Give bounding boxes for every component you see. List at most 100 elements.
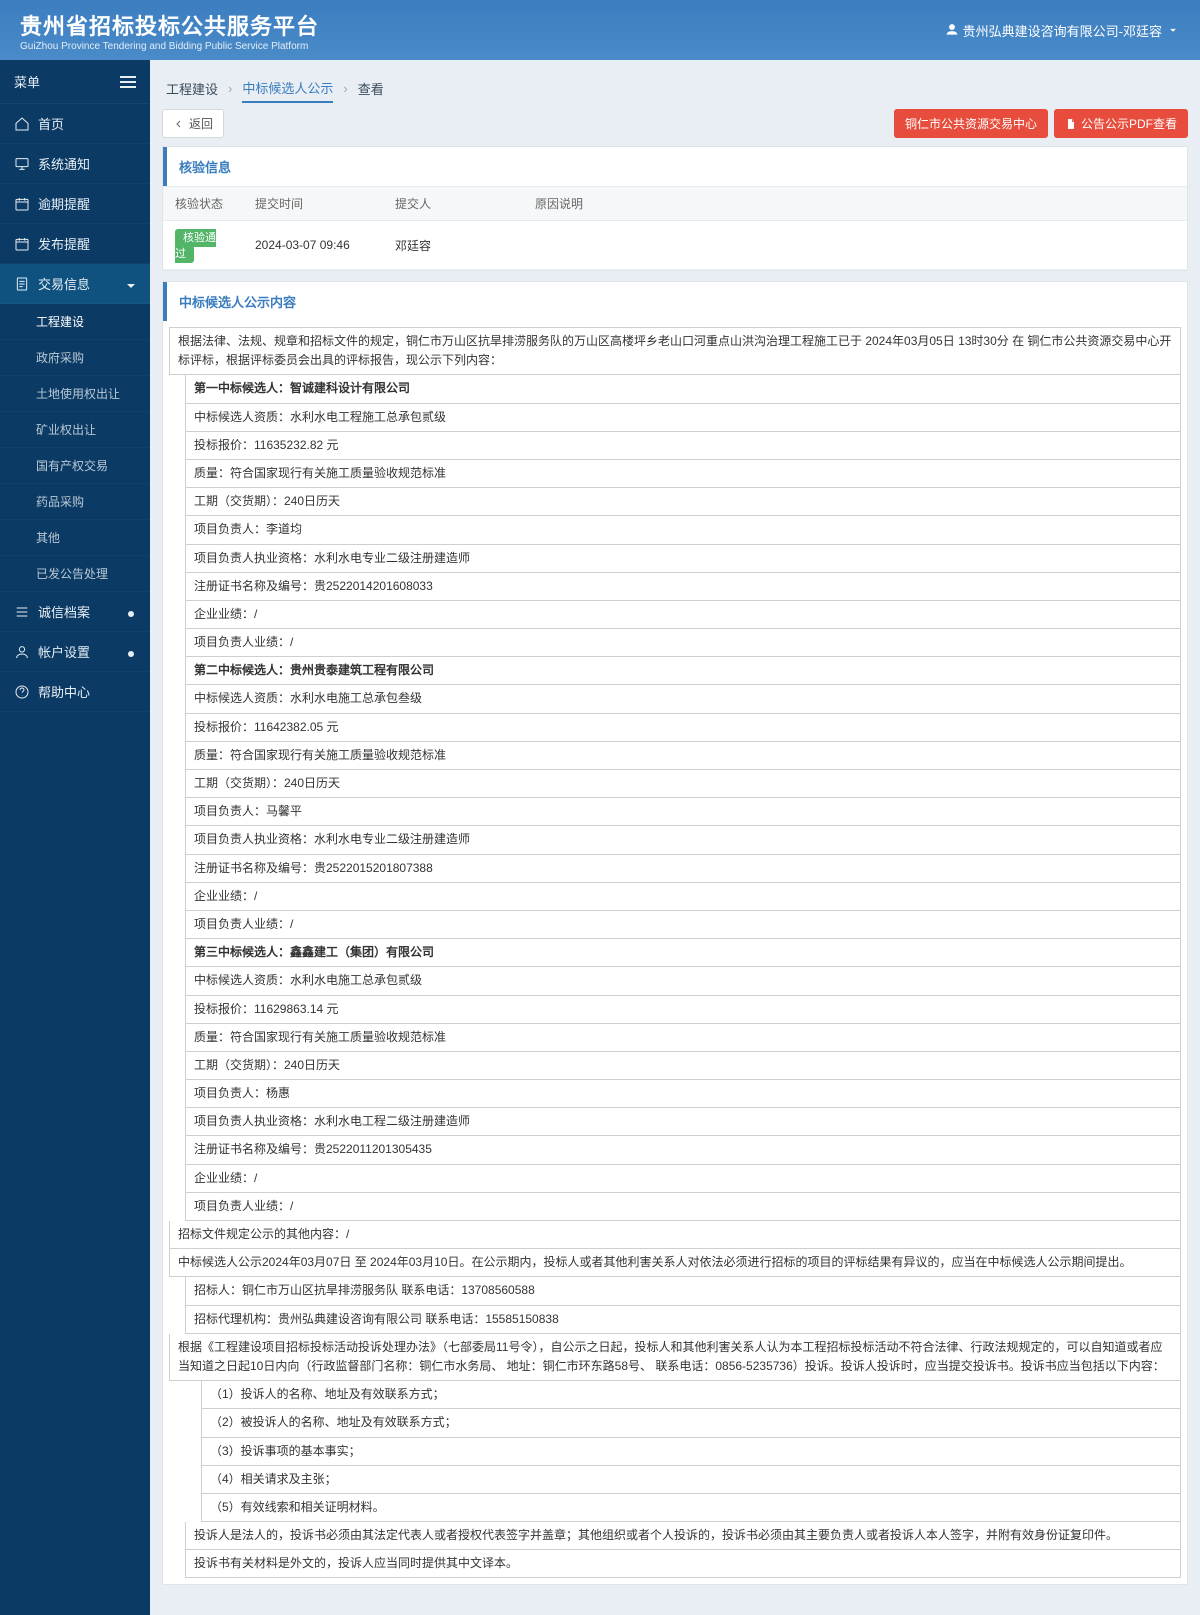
sidebar-item-2[interactable]: 逾期提醒 [0,184,150,224]
doc-row: 项目负责人：李道均 [185,516,1181,544]
center-button[interactable]: 铜仁市公共资源交易中心 [894,109,1048,138]
app-title: 贵州省招标投标公共服务平台 [20,9,319,41]
sidebar-sub-3[interactable]: 矿业权出让 [0,412,150,448]
cell-person: 邓廷容 [383,221,523,270]
pdf-icon [1065,118,1077,130]
doc-row: 质量：符合国家现行有关施工质量验收规范标准 [185,460,1181,488]
sidebar-item-label: 逾期提醒 [38,194,90,213]
sidebar-sub-5[interactable]: 药品采购 [0,484,150,520]
sidebar-item-0[interactable]: 首页 [0,104,150,144]
doc-row: （4）相关请求及主张； [201,1466,1181,1494]
notice-panel: 中标候选人公示内容 根据法律、法规、规章和招标文件的规定，铜仁市万山区抗旱排涝服… [162,281,1188,1585]
doc-row: 项目负责人执业资格：水利水电专业二级注册建造师 [185,545,1181,573]
chevron-down-icon [1166,23,1180,37]
doc-row: 中标候选人公示2024年03月07日 至 2024年03月10日。在公示期内，投… [169,1249,1181,1277]
breadcrumb: 工程建设 › 中标候选人公示 › 查看 [162,70,1188,109]
notice-title: 中标候选人公示内容 [163,282,1187,321]
th-status: 核验状态 [163,187,243,221]
doc-row: 中标候选人资质：水利水电施工总承包叁级 [185,685,1181,713]
sidebar-item-7[interactable]: 帮助中心 [0,672,150,712]
doc-icon [14,276,30,292]
doc-row: 项目负责人执业资格：水利水电专业二级注册建造师 [185,826,1181,854]
doc-row: 质量：符合国家现行有关施工质量验收规范标准 [185,742,1181,770]
doc-row: 工期（交货期）：240日历天 [185,770,1181,798]
doc-row: 项目负责人业绩：/ [185,911,1181,939]
user-icon [945,23,959,37]
doc-row: 投标报价：11629863.14 元 [185,996,1181,1024]
sidebar-sub-6[interactable]: 其他 [0,520,150,556]
doc-row: 招标文件规定公示的其他内容：/ [169,1221,1181,1249]
sidebar-item-6[interactable]: 帐户设置 [0,632,150,672]
app-header: 贵州省招标投标公共服务平台 GuiZhou Province Tendering… [0,0,1200,60]
sidebar-header: 菜单 [0,60,150,104]
monitor-icon [14,156,30,172]
cell-reason [523,221,1187,270]
doc-row: 第三中标候选人：鑫鑫建工（集团）有限公司 [185,939,1181,967]
sidebar-item-label: 帐户设置 [38,642,90,661]
sidebar-item-label: 帮助中心 [38,682,90,701]
doc-row: 投标报价：11642382.05 元 [185,714,1181,742]
table-row: 核验通过 2024-03-07 09:46 邓廷容 [163,221,1187,270]
sidebar-sub-7[interactable]: 已发公告处理 [0,556,150,592]
doc-row: 投诉人是法人的，投诉书必须由其法定代表人或者授权代表签字并盖章；其他组织或者个人… [185,1522,1181,1550]
status-badge: 核验通过 [175,229,216,263]
th-person: 提交人 [383,187,523,221]
pdf-button[interactable]: 公告公示PDF查看 [1054,109,1188,138]
user-icon [14,644,30,660]
back-icon [173,118,185,130]
chevron-right-icon [126,607,136,617]
app-subtitle: GuiZhou Province Tendering and Bidding P… [20,41,319,52]
th-time: 提交时间 [243,187,383,221]
crumb-c: 查看 [358,79,384,98]
main-content: 工程建设 › 中标候选人公示 › 查看 返回 铜仁市公共资源交易中心 公告公示P… [150,60,1200,1615]
doc-row: 中标候选人资质：水利水电工程施工总承包贰级 [185,404,1181,432]
doc-row: 注册证书名称及编号：贵2522011201305435 [185,1136,1181,1164]
doc-row: 招标代理机构：贵州弘典建设咨询有限公司 联系电话：15585150838 [185,1306,1181,1334]
doc-row: 投诉书有关材料是外文的，投诉人应当同时提供其中文译本。 [185,1550,1181,1578]
doc-row: 工期（交货期）：240日历天 [185,488,1181,516]
doc-row: （1）投诉人的名称、地址及有效联系方式； [201,1381,1181,1409]
back-button[interactable]: 返回 [162,109,224,138]
doc-row: 第二中标候选人：贵州贵泰建筑工程有限公司 [185,657,1181,685]
sidebar-item-1[interactable]: 系统通知 [0,144,150,184]
doc-row: （3）投诉事项的基本事实； [201,1438,1181,1466]
sidebar-item-label: 诚信档案 [38,602,90,621]
calendar-icon [14,236,30,252]
chevron-right-icon [126,647,136,657]
sidebar-sub-1[interactable]: 政府采购 [0,340,150,376]
sidebar-item-5[interactable]: 诚信档案 [0,592,150,632]
sidebar-item-label: 首页 [38,114,64,133]
user-menu[interactable]: 贵州弘典建设咨询有限公司-邓廷容 [945,21,1180,40]
doc-row: （5）有效线索和相关证明材料。 [201,1494,1181,1522]
doc-row: 根据《工程建设项目招标投标活动投诉处理办法》（七部委局11号令），自公示之日起，… [169,1334,1181,1381]
user-name: 贵州弘典建设咨询有限公司-邓廷容 [963,21,1162,40]
doc-row: 中标候选人资质：水利水电施工总承包贰级 [185,967,1181,995]
crumb-b[interactable]: 中标候选人公示 [242,78,333,103]
sidebar-sub-0[interactable]: 工程建设 [0,304,150,340]
list-icon [14,604,30,620]
calendar-icon [14,196,30,212]
help-icon [14,684,30,700]
sidebar-item-3[interactable]: 发布提醒 [0,224,150,264]
verify-panel: 核验信息 核验状态 提交时间 提交人 原因说明 核验通过 2024-03-07 … [162,146,1188,271]
sidebar: 菜单 首页系统通知逾期提醒发布提醒交易信息工程建设政府采购土地使用权出让矿业权出… [0,60,150,1615]
doc-row: 招标人：铜仁市万山区抗旱排涝服务队 联系电话：13708560588 [185,1277,1181,1305]
doc-row: 根据法律、法规、规章和招标文件的规定，铜仁市万山区抗旱排涝服务队的万山区高楼坪乡… [169,327,1181,375]
menu-icon[interactable] [120,76,136,88]
sidebar-sub-4[interactable]: 国有产权交易 [0,448,150,484]
doc-row: 注册证书名称及编号：贵2522014201608033 [185,573,1181,601]
cell-time: 2024-03-07 09:46 [243,221,383,270]
doc-row: 项目负责人业绩：/ [185,1193,1181,1221]
sidebar-item-4[interactable]: 交易信息 [0,264,150,304]
chevron-down-icon [126,279,136,289]
doc-row: 工期（交货期）：240日历天 [185,1052,1181,1080]
verify-title: 核验信息 [163,147,1187,186]
doc-row: 项目负责人：杨惠 [185,1080,1181,1108]
doc-row: 第一中标候选人：智诚建科设计有限公司 [185,375,1181,403]
crumb-a[interactable]: 工程建设 [166,79,218,98]
sidebar-sub-2[interactable]: 土地使用权出让 [0,376,150,412]
doc-row: 企业业绩：/ [185,1165,1181,1193]
doc-row: 企业业绩：/ [185,601,1181,629]
th-reason: 原因说明 [523,187,1187,221]
sidebar-item-label: 交易信息 [38,274,90,293]
